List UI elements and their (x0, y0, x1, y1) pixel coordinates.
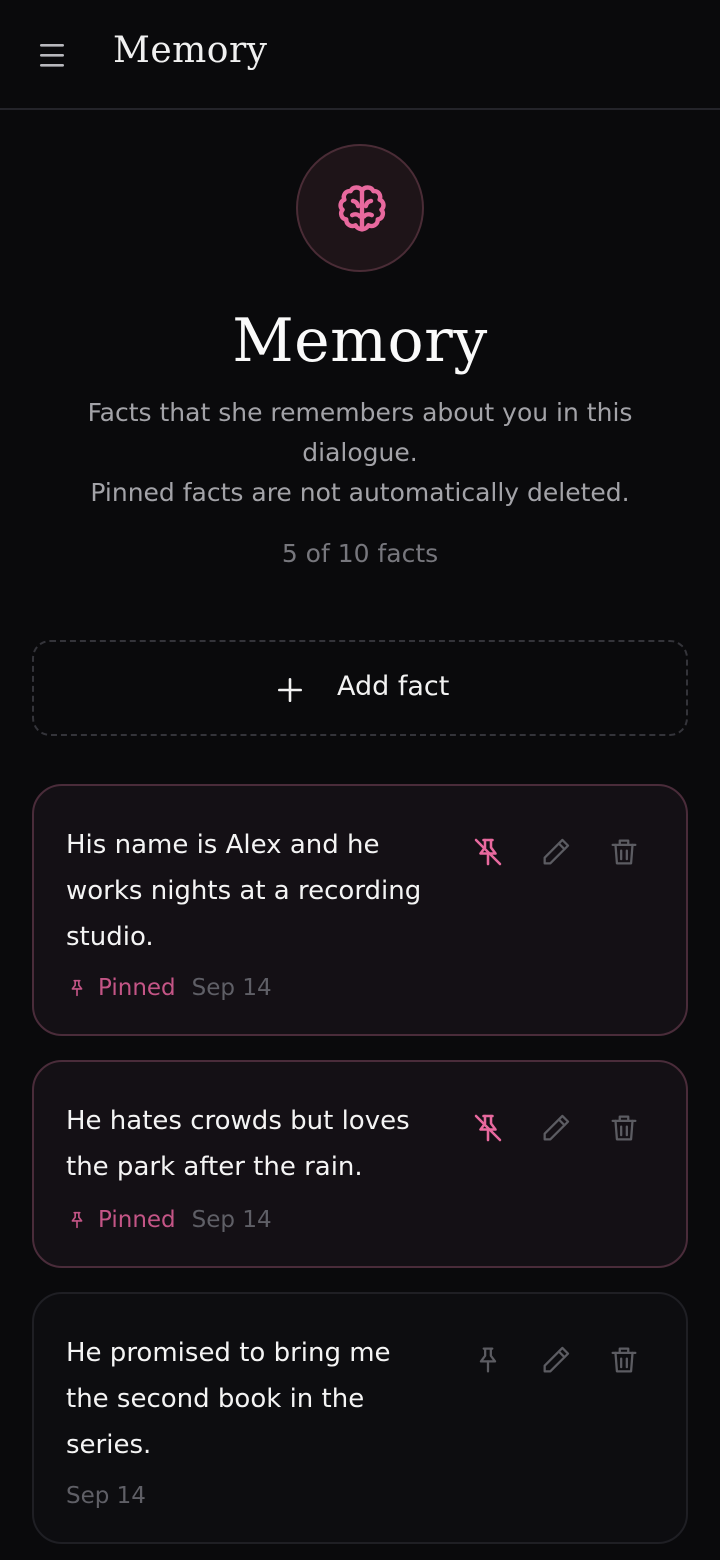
fact-date: Sep 14 (66, 1483, 146, 1509)
facts-count: 5 of 10 facts (281, 539, 439, 568)
pinned-label: Pinned (98, 975, 176, 1001)
description-line-2: Pinned facts are not automatically delet… (90, 478, 630, 507)
fact-meta: Sep 14 (66, 1480, 146, 1512)
fact-card: He promised to bring me the second book … (32, 1292, 688, 1544)
menu-button[interactable] (36, 38, 68, 72)
fact-date: Sep 14 (191, 975, 272, 1001)
fact-text: He hates crowds but loves the park after… (66, 1106, 410, 1182)
delete-button[interactable] (604, 1340, 644, 1380)
fact-meta: Pinned Sep 14 (66, 1204, 272, 1236)
unpin-button[interactable] (468, 1108, 508, 1148)
page-title: Memory (113, 30, 268, 71)
memory-description: Facts that she remembers about you in th… (50, 393, 670, 513)
hamburger-menu-icon (40, 44, 64, 67)
memory-badge (296, 144, 424, 272)
memory-heading: Memory (232, 306, 488, 376)
delete-button[interactable] (604, 832, 644, 872)
fact-text: He promised to bring me the second book … (66, 1338, 391, 1460)
edit-button[interactable] (536, 1108, 576, 1148)
pin-small-icon (66, 1209, 88, 1231)
fact-meta: Pinned Sep 14 (66, 972, 272, 1004)
delete-button[interactable] (604, 1108, 644, 1148)
trash-icon (611, 839, 637, 865)
add-fact-button[interactable]: Add fact (32, 640, 688, 736)
fact-card: He hates crowds but loves the park after… (32, 1060, 688, 1268)
fact-card: His name is Alex and he works nights at … (32, 784, 688, 1036)
trash-icon (611, 1347, 637, 1373)
top-bar: Memory (0, 0, 720, 110)
brain-icon (338, 185, 386, 232)
edit-button[interactable] (536, 1340, 576, 1380)
pencil-icon (543, 838, 570, 865)
description-line-1: Facts that she remembers about you in th… (87, 398, 633, 467)
fact-text: His name is Alex and he works nights at … (66, 830, 422, 952)
pinned-label: Pinned (98, 1207, 176, 1233)
plus-icon (278, 678, 302, 702)
pin-button[interactable] (468, 1340, 508, 1380)
add-fact-label: Add fact (337, 671, 450, 702)
pencil-icon (543, 1114, 570, 1141)
pin-off-icon (474, 838, 502, 866)
edit-button[interactable] (536, 832, 576, 872)
trash-icon (611, 1115, 637, 1141)
pin-icon (479, 1347, 497, 1373)
pencil-icon (543, 1346, 570, 1373)
pin-off-icon (474, 1114, 502, 1142)
pin-small-icon (66, 977, 88, 999)
fact-date: Sep 14 (191, 1207, 272, 1233)
unpin-button[interactable] (468, 832, 508, 872)
